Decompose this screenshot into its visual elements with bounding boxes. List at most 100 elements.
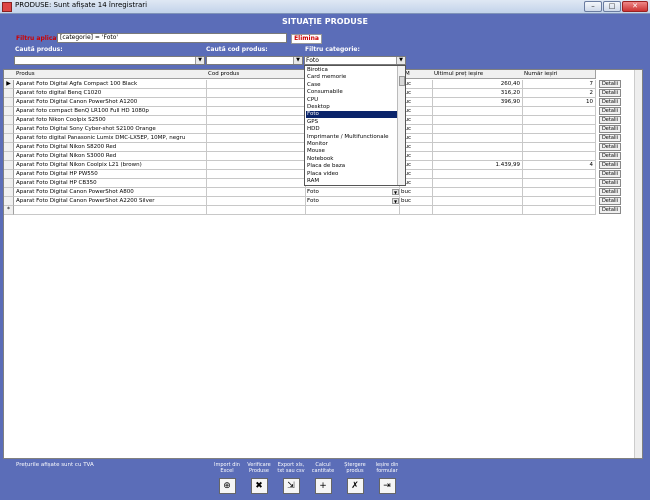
cell-iesiri[interactable] bbox=[522, 116, 596, 125]
vertical-scrollbar[interactable] bbox=[634, 70, 642, 458]
row-selector[interactable] bbox=[4, 161, 14, 170]
cell-pret[interactable] bbox=[432, 143, 523, 152]
cell-um[interactable]: buc bbox=[399, 188, 433, 197]
cell-categorie[interactable] bbox=[305, 206, 400, 215]
dropdown-item[interactable]: Imprimante / Multifunctionale bbox=[306, 134, 397, 141]
cell-produs[interactable]: Aparat Foto Digital Canon PowerShot A220… bbox=[14, 197, 207, 206]
cell-produs[interactable]: Aparat Foto Digital HP CB350 bbox=[14, 179, 207, 188]
cell-cod[interactable] bbox=[206, 197, 306, 206]
cell-produs[interactable]: Aparat foto compact BenQ LR100 Full HD 1… bbox=[14, 107, 207, 116]
cell-pret[interactable] bbox=[432, 116, 523, 125]
dropdown-item[interactable]: Card memorie bbox=[306, 74, 397, 81]
dropdown-item[interactable]: Monitor bbox=[306, 141, 397, 148]
cell-cod[interactable] bbox=[206, 80, 306, 89]
footer-button[interactable]: Ieșire din formular ⇥ bbox=[370, 462, 404, 494]
close-button[interactable]: ✕ bbox=[622, 1, 648, 12]
cell-produs[interactable]: Aparat Foto Digital Canon PowerShot A120… bbox=[14, 98, 207, 107]
cell-cod[interactable] bbox=[206, 107, 306, 116]
excel-import-icon[interactable]: ⊕ bbox=[218, 478, 236, 494]
chevron-down-icon[interactable]: ▼ bbox=[195, 57, 204, 64]
dropdown-item[interactable]: HDD bbox=[306, 126, 397, 133]
details-button[interactable]: Detalii bbox=[599, 188, 621, 196]
dropdown-item[interactable]: Desktop bbox=[306, 104, 397, 111]
cell-pret[interactable] bbox=[432, 188, 523, 197]
cell-pret[interactable] bbox=[432, 134, 523, 143]
cell-pret[interactable] bbox=[432, 152, 523, 161]
new-table-row[interactable]: * Detalii bbox=[4, 206, 621, 215]
cell-iesiri[interactable] bbox=[522, 107, 596, 116]
cell-cod[interactable] bbox=[206, 125, 306, 134]
delete-icon[interactable]: ✗ bbox=[346, 478, 364, 494]
cell-iesiri[interactable] bbox=[522, 152, 596, 161]
row-selector[interactable] bbox=[4, 143, 14, 152]
cell-iesiri[interactable] bbox=[522, 143, 596, 152]
cell-pret[interactable] bbox=[432, 197, 523, 206]
cell-produs[interactable]: Aparat foto digital Benq C1020 bbox=[14, 89, 207, 98]
cell-produs[interactable]: Aparat Foto Digital Nikon S8200 Red bbox=[14, 143, 207, 152]
dropdown-item[interactable]: Mouse bbox=[306, 148, 397, 155]
cell-cod[interactable] bbox=[206, 134, 306, 143]
cell-categorie[interactable]: Foto▼ bbox=[305, 188, 400, 197]
dropdown-item[interactable]: Placa video bbox=[306, 171, 397, 178]
footer-button[interactable]: Ștergere produs ✗ bbox=[338, 462, 372, 494]
dropdown-item[interactable]: Notebook bbox=[306, 156, 397, 163]
cell-cod[interactable] bbox=[206, 188, 306, 197]
chevron-down-icon[interactable]: ▼ bbox=[293, 57, 302, 64]
cell-pret[interactable] bbox=[432, 170, 523, 179]
dropdown-item[interactable]: Foto bbox=[306, 111, 397, 119]
table-row[interactable]: Aparat Foto Digital Canon PowerShot A220… bbox=[4, 197, 621, 206]
maximize-button[interactable]: □ bbox=[603, 1, 621, 12]
row-selector[interactable] bbox=[4, 188, 14, 197]
details-button[interactable]: Detalii bbox=[599, 116, 621, 124]
cell-iesiri[interactable] bbox=[522, 134, 596, 143]
row-selector[interactable] bbox=[4, 197, 14, 206]
cell-cod[interactable] bbox=[206, 170, 306, 179]
chevron-down-icon[interactable]: ▼ bbox=[392, 198, 399, 204]
search-code-combo[interactable]: ▼ bbox=[206, 56, 303, 65]
cell-produs[interactable]: Aparat Foto Digital Sony Cyber-shot S210… bbox=[14, 125, 207, 134]
export-icon[interactable]: ⇲ bbox=[282, 478, 300, 494]
cell-pret[interactable] bbox=[432, 206, 523, 215]
cell-um[interactable] bbox=[399, 206, 433, 215]
tools-icon[interactable]: ✖ bbox=[250, 478, 268, 494]
details-button[interactable]: Detalii bbox=[599, 125, 621, 133]
cell-cod[interactable] bbox=[206, 98, 306, 107]
details-button[interactable]: Detalii bbox=[599, 134, 621, 142]
row-selector[interactable] bbox=[4, 170, 14, 179]
cell-iesiri[interactable]: 10 bbox=[522, 98, 596, 107]
cell-iesiri[interactable] bbox=[522, 179, 596, 188]
column-header-produs[interactable]: Produs bbox=[14, 70, 207, 79]
details-button[interactable]: Detalii bbox=[599, 179, 621, 187]
minimize-button[interactable]: – bbox=[584, 1, 602, 12]
footer-button[interactable]: Verificare Produse ✖ bbox=[242, 462, 276, 494]
cell-produs[interactable]: Aparat Foto Digital Canon PowerShot A800 bbox=[14, 188, 207, 197]
cell-pret[interactable]: 260,40 bbox=[432, 80, 523, 89]
row-selector[interactable] bbox=[4, 89, 14, 98]
cell-categorie[interactable]: Foto▼ bbox=[305, 197, 400, 206]
chevron-down-icon[interactable]: ▼ bbox=[392, 189, 399, 195]
category-filter-combo[interactable]: Foto ▼ bbox=[304, 56, 406, 65]
dropdown-item[interactable]: Birotica bbox=[306, 67, 397, 74]
cell-produs[interactable]: Aparat Foto Digital Agfa Compact 100 Bla… bbox=[14, 80, 207, 89]
details-button[interactable]: Detalii bbox=[599, 161, 621, 169]
row-selector[interactable] bbox=[4, 98, 14, 107]
cell-pret[interactable]: 316,20 bbox=[432, 89, 523, 98]
details-button[interactable]: Detalii bbox=[599, 170, 621, 178]
dropdown-scroll-thumb[interactable] bbox=[399, 76, 405, 86]
table-row[interactable]: Aparat Foto Digital Canon PowerShot A800… bbox=[4, 188, 621, 197]
cell-produs[interactable]: Aparat Foto Digital HP PW550 bbox=[14, 170, 207, 179]
cell-cod[interactable] bbox=[206, 206, 306, 215]
details-button[interactable]: Detalii bbox=[599, 107, 621, 115]
row-selector[interactable] bbox=[4, 107, 14, 116]
dropdown-item[interactable]: RAM bbox=[306, 178, 397, 185]
remove-filter-button[interactable]: Elimina bbox=[291, 34, 322, 44]
chevron-down-icon[interactable]: ▼ bbox=[396, 57, 405, 64]
dropdown-item[interactable]: Case bbox=[306, 82, 397, 89]
row-selector[interactable] bbox=[4, 152, 14, 161]
cell-cod[interactable] bbox=[206, 161, 306, 170]
row-selector[interactable] bbox=[4, 125, 14, 134]
cell-iesiri[interactable] bbox=[522, 197, 596, 206]
cell-iesiri[interactable] bbox=[522, 170, 596, 179]
cell-iesiri[interactable] bbox=[522, 188, 596, 197]
cell-pret[interactable] bbox=[432, 125, 523, 134]
